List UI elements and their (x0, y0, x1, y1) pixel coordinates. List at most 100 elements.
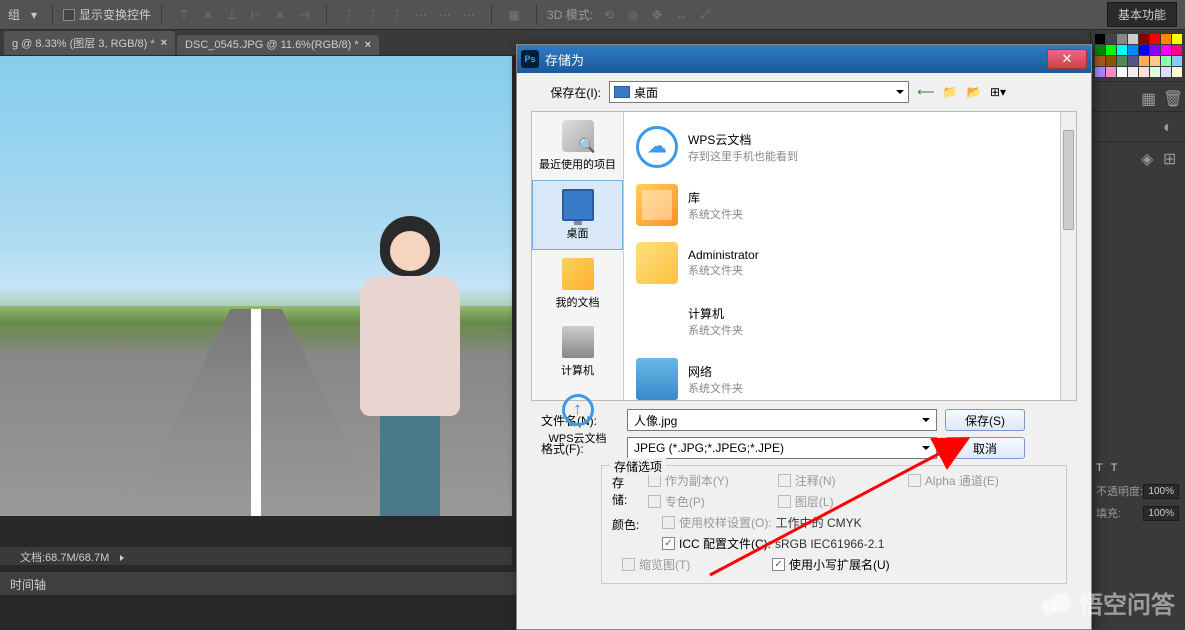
color-swatch[interactable] (1106, 67, 1116, 77)
sidebar-item-computer[interactable]: 计算机 (532, 318, 623, 386)
color-swatch[interactable] (1139, 34, 1149, 44)
adjustments-icon[interactable]: ◐ (1163, 119, 1179, 135)
color-swatch[interactable] (1150, 67, 1160, 77)
color-swatch[interactable] (1106, 34, 1116, 44)
distribute-right-icon[interactable]: ⋯ (458, 4, 480, 26)
opacity-value[interactable]: 100% (1143, 484, 1179, 499)
sidebar-item-mydocs[interactable]: 我的文档 (532, 250, 623, 318)
dialog-close-button[interactable]: ✕ (1047, 49, 1087, 69)
transform-controls-label: 显示变换控件 (79, 6, 151, 23)
3d-roll-icon[interactable]: ◎ (622, 4, 644, 26)
fill-value[interactable]: 100% (1143, 506, 1179, 521)
opacity-label: 不透明度: (1096, 483, 1143, 499)
color-swatch[interactable] (1117, 34, 1127, 44)
color-swatch[interactable] (1172, 56, 1182, 66)
distribute-left-icon[interactable]: ⋯ (410, 4, 432, 26)
align-top-icon[interactable]: ⊤ (173, 4, 195, 26)
color-swatch[interactable] (1117, 56, 1127, 66)
scrollbar[interactable] (1060, 112, 1076, 400)
color-swatch[interactable] (1095, 34, 1105, 44)
location-value: 桌面 (634, 84, 658, 101)
color-swatch[interactable] (1117, 67, 1127, 77)
file-subtitle: 系统文件夹 (688, 262, 759, 278)
color-swatch[interactable] (1172, 67, 1182, 77)
transform-controls-checkbox[interactable]: 显示变换控件 (63, 6, 151, 23)
color-swatch[interactable] (1150, 34, 1160, 44)
color-swatch[interactable] (1161, 45, 1171, 55)
distribute-center-icon[interactable]: ⋯ (434, 4, 456, 26)
3d-orbit-icon[interactable]: ⟲ (598, 4, 620, 26)
color-swatch[interactable] (1172, 34, 1182, 44)
format-dropdown[interactable]: JPEG (*.JPG;*.JPEG;*.JPE) (627, 437, 937, 459)
tab-close-icon[interactable]: × (365, 39, 371, 51)
file-item[interactable]: 库系统文件夹 (630, 176, 1070, 234)
color-swatch[interactable] (1128, 34, 1138, 44)
color-swatch[interactable] (1106, 56, 1116, 66)
up-folder-icon[interactable]: 📁 (941, 83, 959, 101)
channels-icon[interactable]: ⊞ (1163, 149, 1179, 165)
file-item[interactable]: 计算机系统文件夹 (630, 292, 1070, 350)
file-item[interactable]: Administrator系统文件夹 (630, 234, 1070, 292)
3d-pan-icon[interactable]: ✥ (646, 4, 668, 26)
align-middle-icon[interactable]: ≡ (197, 4, 219, 26)
color-swatch[interactable] (1128, 56, 1138, 66)
trash-icon[interactable]: 🗑 (1163, 89, 1179, 105)
back-icon[interactable]: ⟵ (917, 83, 935, 101)
auto-align-icon[interactable]: ▦ (503, 4, 525, 26)
sidebar-item-desktop[interactable]: 桌面 (532, 180, 623, 250)
color-swatch[interactable] (1095, 56, 1105, 66)
distribute-top-icon[interactable]: ⋮ (338, 4, 360, 26)
color-swatch[interactable] (1161, 67, 1171, 77)
color-swatch[interactable] (1139, 67, 1149, 77)
photoshop-icon: Ps (521, 50, 539, 68)
color-swatch[interactable] (1150, 56, 1160, 66)
view-menu-icon[interactable]: ⊞▾ (989, 83, 1007, 101)
tab-close-icon[interactable]: × (161, 37, 167, 49)
canvas-image[interactable] (0, 56, 512, 516)
align-left-icon[interactable]: ⊢ (245, 4, 267, 26)
align-center-icon[interactable]: ≡ (269, 4, 291, 26)
color-swatch[interactable] (1139, 45, 1149, 55)
cancel-button[interactable]: 取消 (945, 437, 1025, 459)
info-arrow-icon[interactable] (120, 555, 124, 561)
save-button[interactable]: 保存(S) (945, 409, 1025, 431)
color-swatch[interactable] (1172, 45, 1182, 55)
color-swatch[interactable] (1150, 45, 1160, 55)
color-swatch[interactable] (1139, 56, 1149, 66)
align-bottom-icon[interactable]: ⊥ (221, 4, 243, 26)
color-swatch[interactable] (1161, 56, 1171, 66)
filename-input[interactable]: 人像.jpg (627, 409, 937, 431)
color-swatch[interactable] (1106, 45, 1116, 55)
location-dropdown[interactable]: 桌面 (609, 81, 909, 103)
3d-slide-icon[interactable]: ↔ (670, 4, 692, 26)
new-folder-icon[interactable]: 📂 (965, 83, 983, 101)
workspace-selector[interactable]: 基本功能 (1107, 2, 1177, 27)
document-tab[interactable]: g @ 8.33% (图层 3, RGB/8) * × (4, 31, 175, 55)
file-name: 计算机 (688, 305, 743, 322)
layers-icon[interactable]: ▦ (1141, 89, 1157, 105)
group-dropdown[interactable]: ▾ (26, 7, 42, 23)
document-tab[interactable]: DSC_0545.JPG @ 11.6%(RGB/8) * × (177, 35, 379, 55)
type-tool-icon[interactable]: T (1111, 462, 1118, 474)
color-swatch[interactable] (1128, 67, 1138, 77)
color-swatch[interactable] (1117, 45, 1127, 55)
color-swatch[interactable] (1161, 34, 1171, 44)
styles-icon[interactable]: ◈ (1141, 149, 1157, 165)
align-right-icon[interactable]: ⊣ (293, 4, 315, 26)
distribute-middle-icon[interactable]: ⋮ (362, 4, 384, 26)
desktop-icon (614, 86, 630, 98)
lowercase-ext-checkbox[interactable]: 使用小写扩展名(U) (772, 556, 890, 573)
watermark-icon (1039, 587, 1071, 619)
scrollbar-thumb[interactable] (1063, 130, 1074, 230)
3d-scale-icon[interactable]: ⤢ (694, 4, 716, 26)
distribute-bottom-icon[interactable]: ⋮ (386, 4, 408, 26)
file-item[interactable]: WPS云文档存到这里手机也能看到 (630, 118, 1070, 176)
icc-profile-checkbox[interactable]: ICC 配置文件(C): sRGB IEC61966-2.1 (662, 535, 884, 552)
dialog-titlebar[interactable]: Ps 存储为 ✕ (517, 45, 1091, 73)
sidebar-item-recent[interactable]: 最近使用的项目 (532, 112, 623, 180)
color-swatch[interactable] (1095, 45, 1105, 55)
type-tool-icon[interactable]: T (1096, 462, 1103, 474)
color-swatch[interactable] (1128, 45, 1138, 55)
color-swatch[interactable] (1095, 67, 1105, 77)
file-item[interactable]: 网络系统文件夹 (630, 350, 1070, 408)
